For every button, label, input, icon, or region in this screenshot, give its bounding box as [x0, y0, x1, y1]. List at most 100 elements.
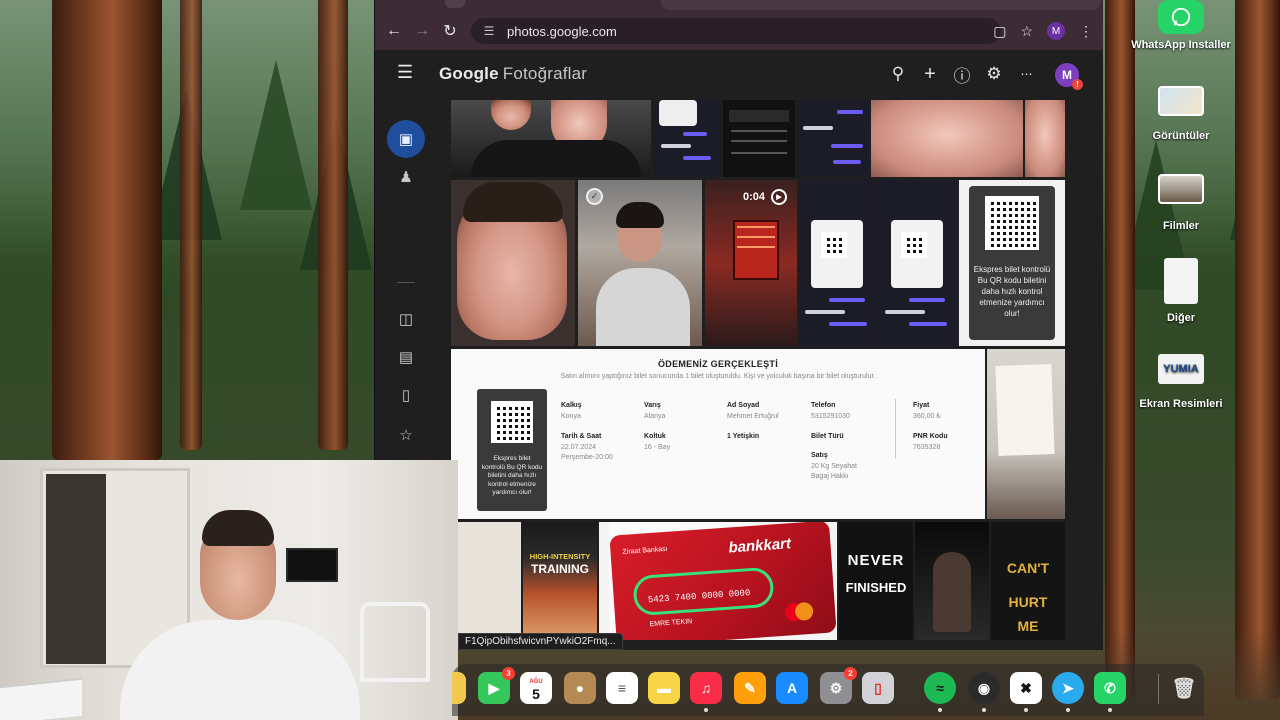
receipt-label: PNR Kodu	[913, 433, 948, 440]
nav-albums-icon[interactable]: ◫	[387, 300, 425, 338]
nav-favorites-star-icon[interactable]: ☆	[387, 416, 425, 454]
running-indicator	[1066, 708, 1070, 712]
screenshot-thumbnail[interactable]	[723, 100, 795, 177]
spotify-icon[interactable]: ≈	[924, 672, 956, 712]
search-icon[interactable]: ⚲	[889, 64, 907, 84]
receipt-value: Mehmet Ertuğrul	[727, 413, 779, 420]
apps-grid-icon[interactable]: ⋯	[1017, 64, 1035, 84]
nav-screenshots-icon[interactable]: ▯	[387, 376, 425, 414]
desktop-item-whatsapp-installer[interactable]: WhatsApp Installer	[1130, 0, 1232, 52]
poster-thumbnail[interactable]: HIGH-INTENSITY TRAINING	[523, 522, 597, 640]
nav-notifications-bell-icon[interactable]: ♟	[387, 158, 425, 196]
install-app-icon[interactable]: ▢	[993, 23, 1006, 40]
dock-app-partial[interactable]	[452, 672, 466, 704]
tab-active[interactable]	[661, 0, 1101, 10]
screenshot-thumbnail[interactable]	[797, 100, 869, 177]
site-settings-icon[interactable]: ☰	[481, 23, 497, 39]
logo-google-text: Google	[439, 64, 499, 83]
running-indicator	[1024, 708, 1028, 712]
poster-text: TRAINING	[531, 562, 589, 576]
forward-icon[interactable]: →	[408, 17, 436, 45]
bank-brand: bankkart	[727, 535, 792, 557]
calendar-day: 5	[532, 686, 540, 702]
screenshot-thumbnail[interactable]	[653, 100, 721, 177]
select-check-icon[interactable]: ✓	[586, 188, 603, 205]
receipt-value: 360,00 ₺	[913, 413, 941, 420]
reload-icon[interactable]: ↻	[436, 17, 464, 45]
account-avatar[interactable]: M !	[1055, 63, 1083, 90]
settings-gear-icon[interactable]: ⚙	[985, 64, 1003, 84]
bookmark-star-icon[interactable]: ☆	[1020, 23, 1033, 40]
video-thumbnail[interactable]: 0:04 ▶	[705, 180, 797, 346]
receipt-qr-card: Ekspres bilet kontrolü Bu QR kodu bileti…	[477, 389, 547, 511]
receipt-label: Bilet Türü	[811, 433, 844, 440]
nav-photos-icon[interactable]: ▣	[387, 120, 425, 158]
desktop-item-goruntuler[interactable]: Görüntüler	[1130, 86, 1232, 143]
poster-thumbnail[interactable]: CAN'T HURT ME	[991, 522, 1065, 640]
yumia-label: YUMIA	[1163, 362, 1199, 375]
telegram-icon[interactable]: ➤	[1052, 672, 1084, 712]
screenshot-thumbnail[interactable]	[879, 180, 957, 346]
pages-icon[interactable]: ✎	[734, 672, 766, 704]
bank-card-photo-thumbnail[interactable]: Ziraat Bankası bankkart 5423 7400 0000 0…	[599, 522, 837, 640]
receipt-label: Varış	[644, 402, 661, 409]
reminders-icon[interactable]: ≡	[606, 672, 638, 704]
ticket-receipt-thumbnail[interactable]: ÖDEMENİZ GERÇEKLEŞTİ Satın alımını yaptı…	[451, 349, 985, 519]
photo-thumbnail[interactable]	[1025, 100, 1065, 177]
notes-icon[interactable]: ▬	[648, 672, 680, 704]
dock-separator	[1158, 674, 1159, 704]
video-duration-badge: 0:04 ▶	[743, 189, 787, 205]
running-indicator	[982, 708, 986, 712]
google-photos-logo[interactable]: Google Fotoğraflar	[439, 64, 587, 84]
qr-ticket-thumbnail[interactable]: Ekspres bilet kontrolü Bu QR kodu bileti…	[959, 180, 1065, 346]
calendar-icon[interactable]: AĞU 5	[520, 672, 552, 704]
contacts-icon[interactable]: ●	[564, 672, 596, 704]
document-photo-thumbnail[interactable]	[451, 522, 521, 640]
nav-documents-icon[interactable]: ▤	[387, 338, 425, 376]
back-icon[interactable]: ←	[380, 17, 408, 45]
room-monitor	[286, 548, 338, 582]
browser-menu-icon[interactable]: ⋮	[1079, 23, 1093, 40]
photo-thumbnail[interactable]	[451, 100, 651, 177]
browser-profile-avatar[interactable]: M	[1047, 22, 1065, 40]
iphone-mirroring-icon[interactable]: ▯	[862, 672, 894, 704]
document-photo-thumbnail[interactable]	[987, 349, 1065, 519]
photo-thumbnail-selected[interactable]: ✓	[578, 180, 702, 346]
notebook	[0, 677, 82, 720]
music-icon[interactable]: ♫	[690, 672, 722, 712]
desktop-item-diger[interactable]: Diğer	[1130, 258, 1232, 325]
trash-icon[interactable]: 🗑	[1168, 672, 1200, 704]
receipt-label: 1 Yetişkin	[727, 433, 760, 440]
poster-thumbnail[interactable]: NEVER FINISHED	[839, 522, 913, 640]
poster-thumbnail[interactable]	[915, 522, 989, 640]
facetime-icon[interactable]: ▶ 3	[478, 667, 515, 704]
app-header: ☰ Google Fotoğraflar ⚲ + ⓘ ⚙ ⋯ M !	[375, 50, 1103, 100]
capcut-icon[interactable]: ✖	[1010, 672, 1042, 712]
desktop-item-filmler[interactable]: Filmler	[1130, 174, 1232, 233]
document-icon	[1164, 258, 1198, 304]
receipt-value: 20 Kg Seyahat	[811, 463, 857, 470]
app-store-icon[interactable]: A	[776, 672, 808, 704]
system-settings-icon[interactable]: ⚙ 2	[820, 667, 857, 704]
dock: ▶ 3 AĞU 5 ● ≡ ▬ ♫ ✎ A ⚙ 2 ▯ ≈ ◉ ✖ ➤ ✆ 🗑	[452, 664, 1204, 716]
receipt-qr-caption: Ekspres bilet kontrolü Bu QR kodu bileti…	[481, 455, 543, 496]
running-indicator	[704, 708, 708, 712]
photo-thumbnail[interactable]	[871, 100, 1023, 177]
account-alert-icon: !	[1072, 79, 1083, 90]
tab[interactable]	[445, 0, 465, 8]
desktop-item-label: Ekran Resimleri	[1139, 398, 1223, 410]
photo-thumbnail[interactable]	[451, 180, 575, 346]
help-icon[interactable]: ⓘ	[953, 64, 971, 86]
desktop-item-label: Filmler	[1162, 220, 1200, 232]
obs-icon[interactable]: ◉	[968, 672, 1000, 712]
receipt-label: Koltuk	[644, 433, 666, 440]
tab-strip	[375, 0, 1103, 12]
add-icon[interactable]: +	[921, 63, 939, 85]
whatsapp-dock-icon[interactable]: ✆	[1094, 672, 1126, 712]
desktop-item-ekran-resimleri[interactable]: YUMIA Ekran Resimleri	[1130, 354, 1232, 411]
address-bar[interactable]: ☰ photos.google.com	[471, 18, 1001, 44]
main-menu-icon[interactable]: ☰	[397, 63, 415, 81]
bank-name: Ziraat Bankası	[622, 545, 668, 556]
screenshot-thumbnail[interactable]	[799, 180, 877, 346]
receipt-value: 5315291030	[811, 413, 850, 420]
